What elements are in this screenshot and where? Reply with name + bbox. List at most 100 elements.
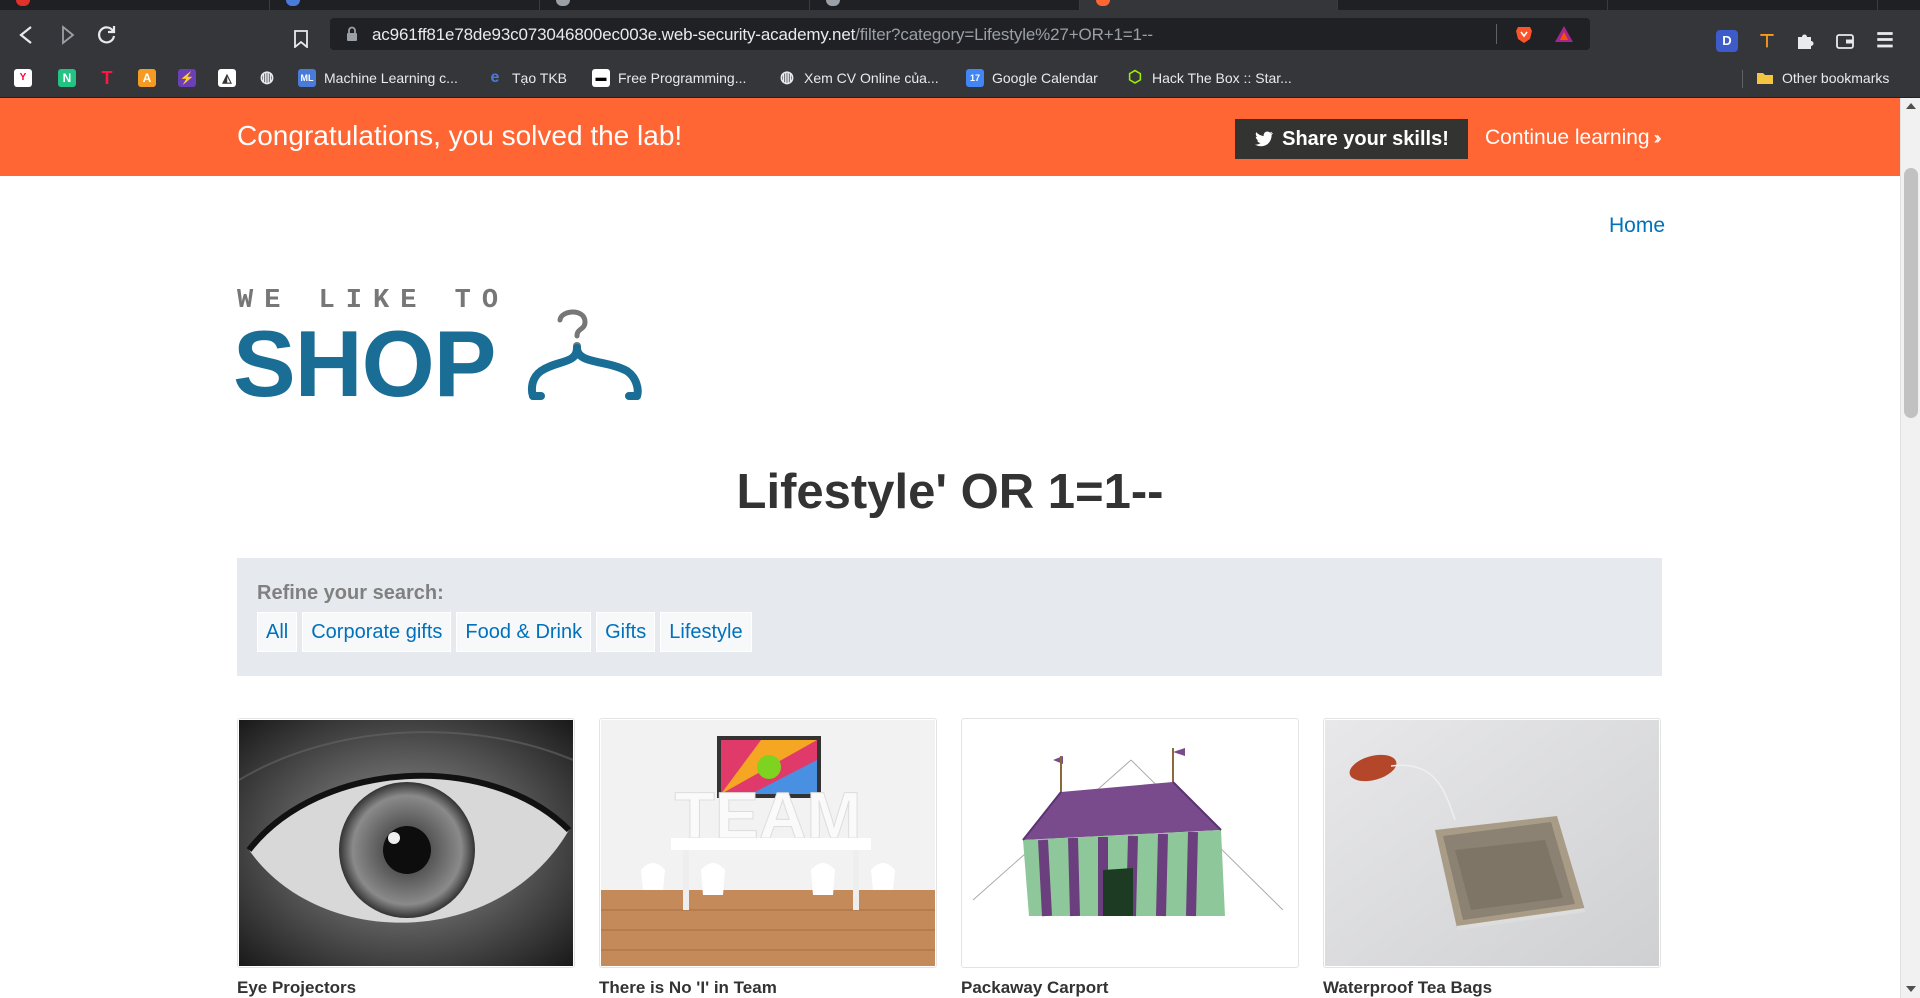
scroll-down-icon[interactable] [1906,986,1916,992]
brave-shields-icon[interactable] [1514,24,1534,44]
refine-search-panel: Refine your search: All Corporate gifts … [237,558,1662,676]
ml-icon: ML [298,69,316,87]
eye-image [239,720,573,966]
browser-tab[interactable] [540,0,810,10]
back-icon[interactable] [14,22,40,48]
wallet-icon[interactable] [1834,30,1856,52]
bookmarks-divider [1742,70,1743,88]
menu-icon[interactable]: ☰ [1874,30,1896,52]
browser-tab[interactable] [270,0,540,10]
bookmark-label: Machine Learning c... [324,70,458,86]
product-image-frame[interactable] [961,718,1299,968]
bookmark-item[interactable]: ▬ Free Programming... [592,68,746,88]
n-icon: N [58,69,76,87]
home-link[interactable]: Home [1609,214,1665,238]
bookmarks-bar: Y N T A ⚡ ◭ ◍ ML Machine Learning c... eT… [0,58,1920,98]
banner-message: Congratulations, you solved the lab! [237,120,683,151]
refine-search-label: Refine your search: [257,582,444,604]
product-image-frame[interactable]: TEAM [599,718,937,968]
twitter-icon [1255,131,1274,147]
bookmark-item[interactable]: ⬡ Hack The Box :: Star... [1126,68,1292,88]
tent-image [963,720,1297,966]
bookmark-item[interactable]: ◭ [218,68,236,88]
ycombinator-icon: Y [14,69,32,87]
product-card[interactable]: TEAM There is No 'I' in Team [599,718,937,998]
folder-icon [1756,69,1774,87]
bookmark-label: Xem CV Online của... [804,70,939,86]
share-skills-button[interactable]: Share your skills! [1235,119,1468,159]
calendar-icon: 17 [966,69,984,87]
bookmark-item[interactable]: e Tạo TKB [486,68,567,88]
forward-icon[interactable] [54,22,80,48]
scrollbar-thumb[interactable] [1904,168,1918,418]
pick-extension-icon[interactable]: ⊤ [1756,30,1778,52]
product-name: Waterproof Tea Bags [1323,978,1493,997]
browser-tab-strip [0,0,1920,10]
d-extension-icon[interactable]: D [1716,30,1738,52]
share-label: Share your skills! [1282,127,1449,150]
product-image-frame[interactable] [1323,718,1661,968]
filter-food-drink[interactable]: Food & Drink [456,612,592,652]
browser-tab-active[interactable] [1080,0,1338,10]
browser-tab[interactable] [1608,0,1878,10]
shop-logo[interactable]: WE LIKE TO SHOP [233,286,687,416]
brave-rewards-icon[interactable] [1554,24,1574,44]
filter-gifts[interactable]: Gifts [596,612,656,652]
browser-tab[interactable] [0,0,270,10]
url-path: /filter?category=Lifestyle%27+OR+1=1-- [855,25,1153,44]
bookmark-item[interactable]: ◍ [258,68,276,88]
filter-corporate-gifts[interactable]: Corporate gifts [302,612,452,652]
reload-icon[interactable] [94,22,120,48]
logo-brand: SHOP [233,311,496,416]
bookmark-item[interactable]: ◍ Xem CV Online của... [778,68,939,88]
bookmark-item[interactable]: T [98,68,116,88]
bookmark-item[interactable]: A [138,68,156,88]
t-icon: T [101,68,113,88]
bookmark-label: Google Calendar [992,70,1098,86]
origami-icon: ◭ [218,69,236,87]
page-title: Lifestyle' OR 1=1-- [736,465,1164,519]
omnibox-divider [1496,24,1497,44]
bookmark-item[interactable]: 17 Google Calendar [966,68,1098,88]
other-bookmarks[interactable]: Other bookmarks [1756,68,1889,88]
page-scrollbar[interactable] [1900,98,1920,998]
bookmark-item[interactable]: ML Machine Learning c... [298,68,458,88]
team-image: TEAM [601,720,935,966]
filter-all[interactable]: All [257,612,298,652]
continue-label: Continue learning [1485,126,1650,149]
browser-tab[interactable] [1338,0,1608,10]
bookmark-item[interactable]: ⚡ [178,68,196,88]
product-name: Packaway Carport [961,978,1109,997]
scroll-up-icon[interactable] [1906,103,1916,109]
product-card[interactable]: Packaway Carport [961,718,1299,998]
continue-learning-link[interactable]: Continue learning ›› [1485,126,1662,150]
category-filters: All Corporate gifts Food & Drink Gifts L… [257,612,752,652]
bookmark-icon[interactable] [294,30,308,48]
browser-tab[interactable] [810,0,1080,10]
bookmark-label: Tạo TKB [512,70,567,86]
filter-lifestyle[interactable]: Lifestyle [660,612,752,652]
product-name: There is No 'I' in Team [599,978,777,997]
bookmark-item[interactable]: N [58,68,76,88]
bookmark-label: Hack The Box :: Star... [1152,70,1292,86]
globe-icon: ◍ [260,69,274,86]
bolt-icon: ⚡ [178,69,196,87]
product-card[interactable]: Eye Projectors [237,718,575,998]
product-name: Eye Projectors [237,978,357,997]
browser-toolbar: ac961ff81e78de93c073046800ec003e.web-sec… [0,10,1920,58]
address-bar[interactable]: ac961ff81e78de93c073046800ec003e.web-sec… [330,18,1590,50]
product-card[interactable]: Waterproof Tea Bags [1323,718,1661,998]
other-bookmarks-label: Other bookmarks [1782,70,1890,86]
page-viewport: Congratulations, you solved the lab! Sha… [0,98,1900,998]
product-grid: Eye Projectors TEAM There is No 'I' in T… [237,718,1662,998]
a-icon: A [138,69,156,87]
globe-icon: ◍ [780,69,794,86]
product-image-frame[interactable] [237,718,575,968]
lab-solved-banner: Congratulations, you solved the lab! Sha… [0,98,1900,176]
lock-icon [347,26,357,41]
bookmark-label: Free Programming... [618,70,747,86]
url-host: ac961ff81e78de93c073046800ec003e.web-sec… [372,25,856,44]
puzzle-extension-icon[interactable] [1794,30,1816,52]
bookmark-item[interactable]: Y [14,68,32,88]
double-chevron-right-icon: ›› [1653,128,1662,148]
